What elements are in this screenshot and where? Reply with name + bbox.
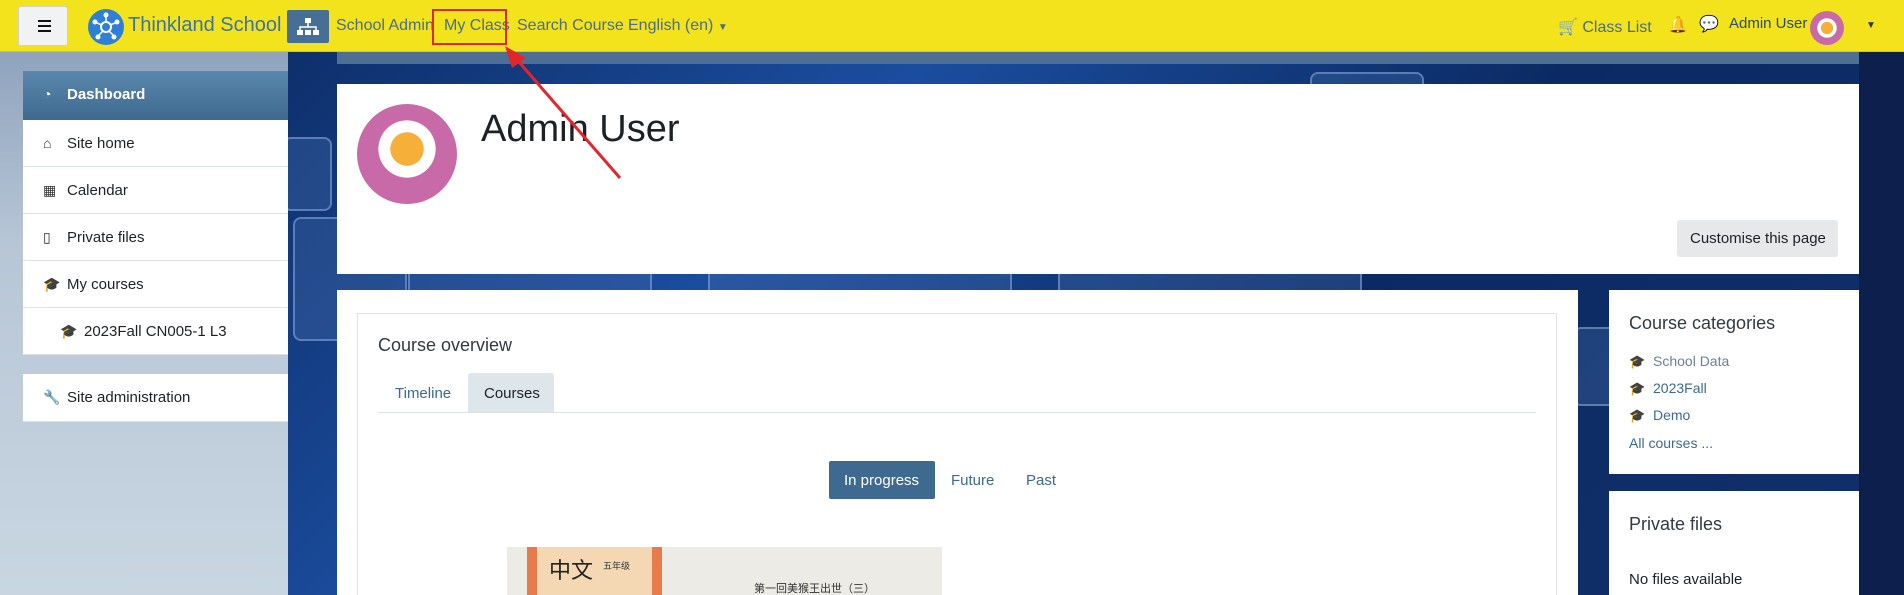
filter-label: In progress	[844, 472, 920, 489]
all-courses-link[interactable]: All courses ...	[1629, 435, 1713, 451]
calendar-icon: ▦	[43, 182, 57, 198]
divider	[378, 412, 1536, 413]
course-image-line: 第一回美猴王出世（三）	[754, 582, 875, 595]
dashboard-icon: ◔	[43, 86, 52, 102]
home-icon: ⌂	[43, 135, 52, 151]
wrench-icon: 🔧	[43, 389, 61, 405]
avatar[interactable]	[1810, 11, 1844, 45]
tab-label: Timeline	[395, 385, 452, 402]
menu-toggle-button[interactable]	[18, 6, 68, 46]
category-label: 2023Fall	[1653, 380, 1707, 396]
avatar	[357, 104, 457, 204]
category-label: School Data	[1653, 353, 1730, 369]
bell-icon[interactable]: 🔔	[1668, 15, 1688, 35]
top-navbar: Thinkland School School Admin My Class S…	[0, 0, 1904, 52]
graduation-cap-icon: 🎓	[1629, 354, 1646, 369]
nav-item-calendar[interactable]: ▦ Calendar	[23, 167, 288, 214]
filter-in-progress-button[interactable]: In progress	[829, 461, 935, 499]
nav-item-label: Site home	[67, 135, 135, 152]
tab-label: Courses	[484, 385, 540, 402]
graduation-cap-icon: 🎓	[1629, 408, 1646, 423]
nav-item-private-files[interactable]: ▯ Private files	[23, 214, 288, 261]
course-image-title: 中文	[549, 559, 594, 584]
chevron-down-icon: ▼	[717, 22, 728, 33]
background-tile	[283, 137, 332, 211]
school-logo-icon[interactable]	[88, 9, 124, 45]
nav-link-school-admin[interactable]: School Admin	[336, 17, 434, 35]
nav-item-label: Calendar	[67, 182, 128, 199]
graduation-cap-icon: 🎓	[1629, 381, 1646, 396]
nav-item-label: 2023Fall CN005-1 L3	[84, 323, 227, 340]
highlight-box	[432, 9, 507, 45]
nav-item-course[interactable]: 🎓 2023Fall CN005-1 L3	[23, 308, 288, 355]
private-files-empty-text: No files available	[1629, 571, 1743, 588]
nav-item-label: Dashboard	[67, 86, 146, 103]
private-files-title: Private files	[1629, 514, 1723, 534]
cart-icon: 🛒	[1558, 19, 1578, 36]
school-name-link[interactable]: Thinkland School	[128, 14, 281, 37]
annotation-arrow	[505, 46, 622, 179]
sitemap-button[interactable]	[287, 10, 329, 43]
filter-past-button[interactable]: Past	[1026, 472, 1056, 489]
graduation-cap-icon: 🎓	[60, 323, 78, 339]
customise-label: Customise this page	[1690, 230, 1826, 247]
nav-item-site-home[interactable]: ⌂ Site home	[23, 120, 288, 167]
tab-timeline[interactable]: Timeline	[378, 373, 468, 413]
nav-item-label: Site administration	[67, 389, 191, 406]
sitemap-icon	[297, 18, 319, 35]
class-list-label: Class List	[1582, 19, 1652, 36]
graduation-cap-icon: 🎓	[43, 276, 61, 292]
category-label: Demo	[1653, 407, 1691, 423]
chevron-down-icon[interactable]: ▼	[1866, 20, 1876, 31]
course-categories-title: Course categories	[1629, 313, 1776, 333]
nav-item-label: My courses	[67, 276, 144, 293]
chat-icon[interactable]: 💬	[1699, 14, 1719, 34]
course-card-image[interactable]: 中文 五年级 第一回美猴王出世（三）	[507, 547, 942, 595]
nav-item-site-administration[interactable]: 🔧 Site administration	[23, 374, 288, 422]
filter-future-button[interactable]: Future	[951, 472, 994, 489]
nav-link-search-course[interactable]: Search Course	[517, 17, 624, 35]
language-label: English (en)	[628, 17, 714, 34]
nav-item-label: Private files	[67, 229, 145, 246]
class-list-link[interactable]: 🛒 Class List	[1558, 17, 1652, 37]
right-background	[1859, 52, 1904, 595]
user-menu-name[interactable]: Admin User	[1729, 15, 1807, 32]
nav-item-dashboard[interactable]: ◔ Dashboard	[23, 71, 288, 120]
file-icon: ▯	[43, 229, 51, 245]
course-overview-title: Course overview	[378, 335, 513, 355]
customise-page-button[interactable]: Customise this page	[1677, 220, 1838, 257]
nav-item-my-courses[interactable]: 🎓 My courses	[23, 261, 288, 308]
tab-courses[interactable]: Courses	[468, 373, 554, 413]
language-menu[interactable]: English (en) ▼	[628, 17, 728, 35]
course-image-subtitle: 五年级	[603, 562, 631, 572]
